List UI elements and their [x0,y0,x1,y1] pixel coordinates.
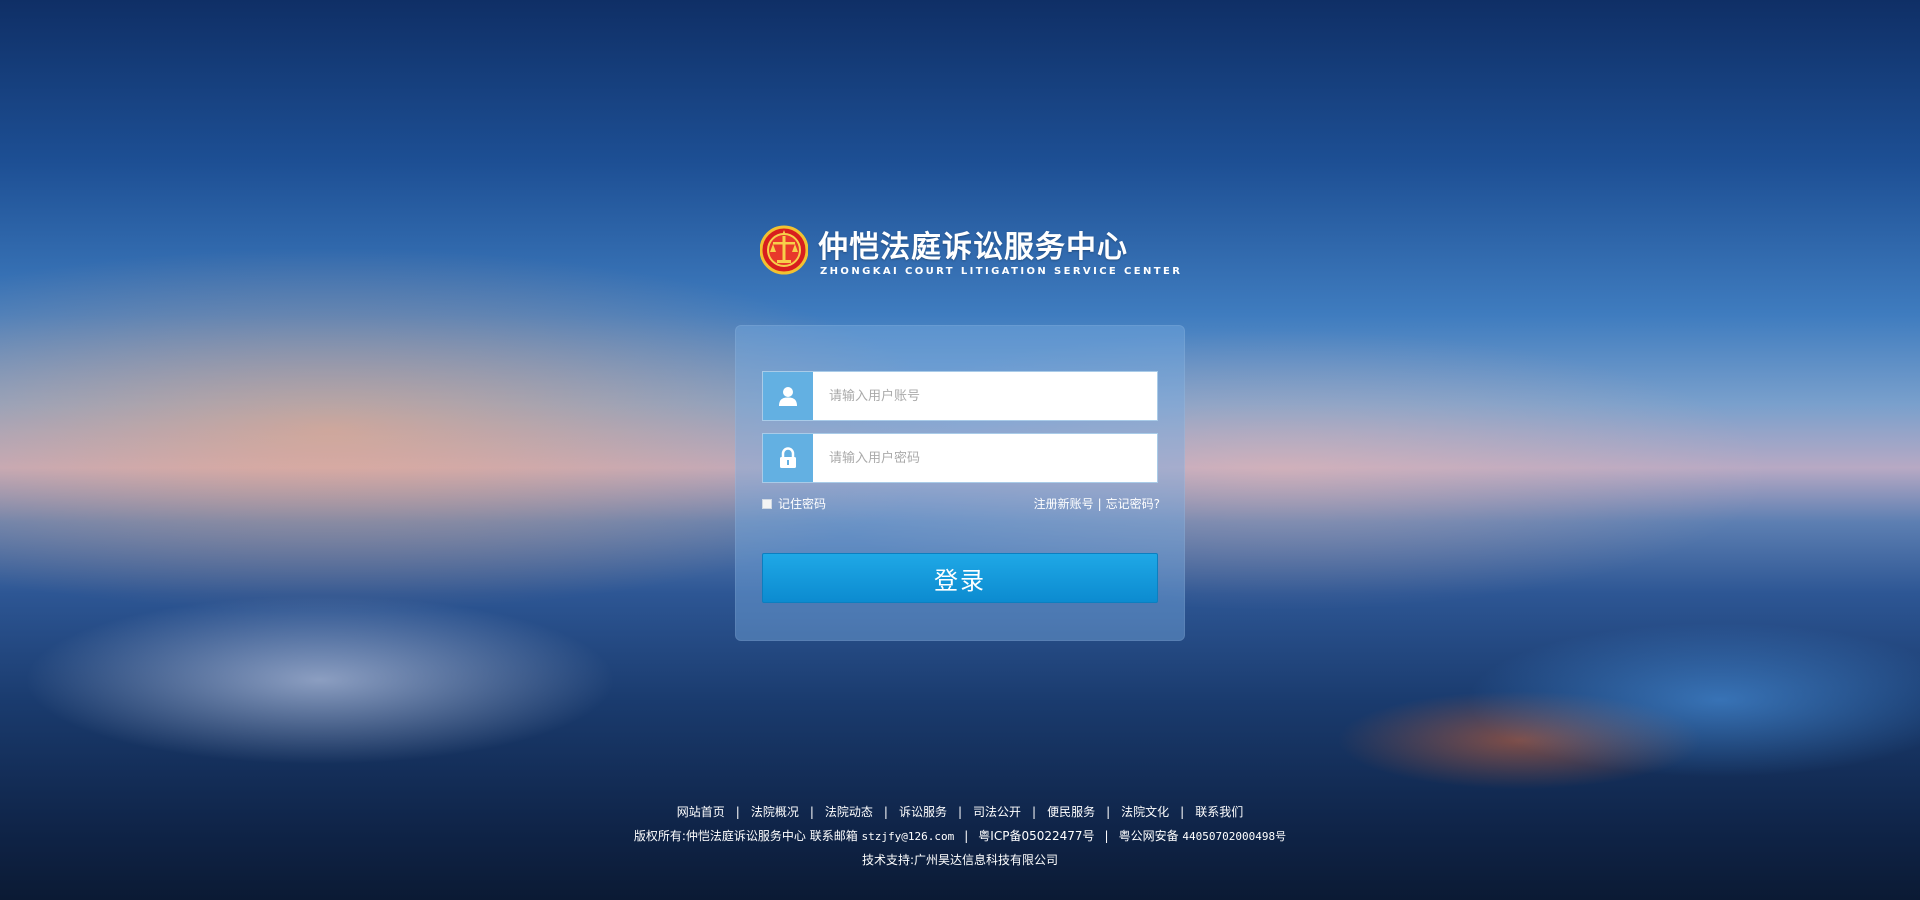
footer-link-services[interactable]: 便民服务 [1047,805,1095,819]
remember-label: 记住密码 [778,497,827,511]
user-icon [763,372,813,420]
footer-link-litigation[interactable]: 诉讼服务 [899,805,947,819]
footer-link-contact[interactable]: 联系我们 [1195,805,1243,819]
footer-separator: | [957,805,963,819]
login-panel: 记住密码 注册新账号| 忘记密码? 登录 [735,325,1185,641]
footer-link-home[interactable]: 网站首页 [677,805,725,819]
footer-link-culture[interactable]: 法院文化 [1121,805,1169,819]
footer-separator: | [1180,805,1185,819]
icp-number: 粤ICP备05022477号 [978,829,1095,843]
lock-icon [763,434,813,482]
register-link[interactable]: 注册新账号 [1034,497,1094,511]
footer-separator: | [735,805,740,819]
password-field [762,433,1158,483]
links-separator: | [1097,497,1102,511]
site-title: 仲恺法庭诉讼服务中心 [818,230,1128,265]
password-input[interactable] [813,434,1157,482]
footer-nav: 网站首页 | 法院概况 | 法院动态 | 诉讼服务 | 司法公开 | 便民服务 | 法院文化 | 联系我们 [0,803,1920,820]
footer-link-news[interactable]: 法院动态 [825,805,873,819]
court-emblem-icon [760,225,808,275]
footer-separator: | [964,829,969,843]
police-number: 44050702000498号 [1182,830,1287,843]
footer-copyright: 版权所有:仲恺法庭诉讼服务中心 联系邮箱 stzjfy@126.com | 粤ICP… [0,827,1920,844]
footer-separator: | [883,805,888,819]
username-input[interactable] [813,372,1157,420]
account-links: 注册新账号 | 忘记密码? [1034,495,1160,512]
footer-separator: | [809,805,814,819]
footer-separator: | [1104,829,1109,843]
site-subtitle: ZHONGKAI COURT LITIGATION SERVICE CENTER [820,266,1183,277]
copyright-text: 版权所有:仲恺法庭诉讼服务中心 联系邮箱 [633,829,858,843]
footer-link-overview[interactable]: 法院概况 [751,805,799,819]
footer-separator: | [1106,805,1111,819]
contact-email: stzjfy@126.com [861,830,955,843]
username-field [762,371,1158,421]
remember-checkbox[interactable] [762,498,772,509]
footer-link-judicial[interactable]: 司法公开 [973,805,1021,819]
footer-separator: | [1032,805,1037,819]
site-logo: 仲恺法庭诉讼服务中心 ZHONGKAI COURT LITIGATION SER… [760,222,1180,282]
forgot-password-link[interactable]: 忘记密码? [1106,497,1160,511]
footer-tech-support: 技术支持:广州昊达信息科技有限公司 [861,853,1059,867]
remember-password[interactable]: 记住密码 [762,495,826,512]
login-button[interactable]: 登录 [762,553,1158,603]
police-label: 粤公网安备 [1118,829,1179,843]
